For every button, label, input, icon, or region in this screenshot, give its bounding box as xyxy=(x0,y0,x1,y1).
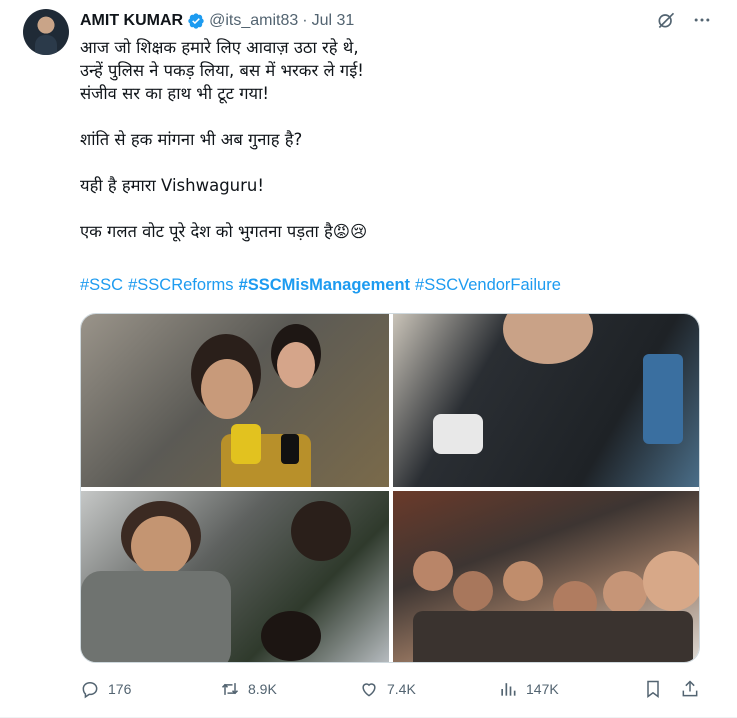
top-actions xyxy=(655,9,713,31)
avatar[interactable] xyxy=(23,9,69,55)
share-icon xyxy=(682,680,698,697)
tweet-line: उन्हें पुलिस ने पकड़ लिया, बस में भरकर ल… xyxy=(80,61,364,80)
photo-man-injured[interactable] xyxy=(393,314,699,487)
tweet-header: AMIT KUMAR @its_amit83 · Jul 31 xyxy=(80,10,354,32)
repost-button[interactable]: 8.9K xyxy=(220,679,277,699)
tweet-card[interactable]: AMIT KUMAR @its_amit83 · Jul 31 आज जो शि… xyxy=(0,0,737,718)
author-name[interactable]: AMIT KUMAR xyxy=(80,12,183,30)
bookmark-button[interactable] xyxy=(643,679,663,699)
views-icon xyxy=(501,683,516,696)
photo-bus-teachers[interactable] xyxy=(81,314,389,487)
tweet-actions-bar: 176 8.9K 7.4K 147K xyxy=(80,679,704,703)
separator-dot: · xyxy=(302,12,308,29)
hashtag-link[interactable]: #SSCVendorFailure xyxy=(415,276,561,295)
views-count: 147K xyxy=(526,681,559,697)
media-grid xyxy=(80,313,700,663)
photo-crowd-bus[interactable] xyxy=(81,491,389,662)
grok-icon[interactable] xyxy=(655,9,677,31)
tweet-text: आज जो शिक्षक हमारे लिए आवाज़ उठा रहे थे,… xyxy=(80,36,700,243)
more-icon[interactable] xyxy=(691,9,713,31)
bookmark-icon xyxy=(647,680,659,698)
tweet-date[interactable]: Jul 31 xyxy=(312,12,355,30)
like-icon xyxy=(362,683,376,697)
tweet-line: आज जो शिक्षक हमारे लिए आवाज़ उठा रहे थे, xyxy=(80,38,359,57)
hashtag-link[interactable]: #SSCMisManagement xyxy=(239,276,410,295)
tweet-line: संजीव सर का हाथ भी टूट गया! xyxy=(80,84,269,103)
views-button[interactable]: 147K xyxy=(498,679,559,699)
share-button[interactable] xyxy=(680,679,700,699)
tweet-line: एक गलत वोट पूरे देश को भुगतना पड़ता है😡😢 xyxy=(80,222,368,241)
repost-count: 8.9K xyxy=(248,681,277,697)
tweet-line: यही है हमारा Vishwaguru! xyxy=(80,176,264,195)
retweet-icon xyxy=(221,683,239,695)
reply-count: 176 xyxy=(108,681,132,697)
hashtags: #SSC #SSCReforms #SSCMisManagement #SSCV… xyxy=(80,276,561,295)
like-count: 7.4K xyxy=(387,681,416,697)
like-button[interactable]: 7.4K xyxy=(359,679,416,699)
reply-icon xyxy=(82,681,98,699)
reply-button[interactable]: 176 xyxy=(80,679,131,699)
author-handle[interactable]: @its_amit83 xyxy=(209,12,298,30)
photo-protest-crowd[interactable] xyxy=(393,491,699,662)
hashtag-link[interactable]: #SSCReforms xyxy=(128,276,233,295)
hashtag-link[interactable]: #SSC xyxy=(80,276,123,295)
tweet-line: शांति से हक मांगना भी अब गुनाह है? xyxy=(80,130,303,149)
verified-badge-icon xyxy=(188,13,204,29)
